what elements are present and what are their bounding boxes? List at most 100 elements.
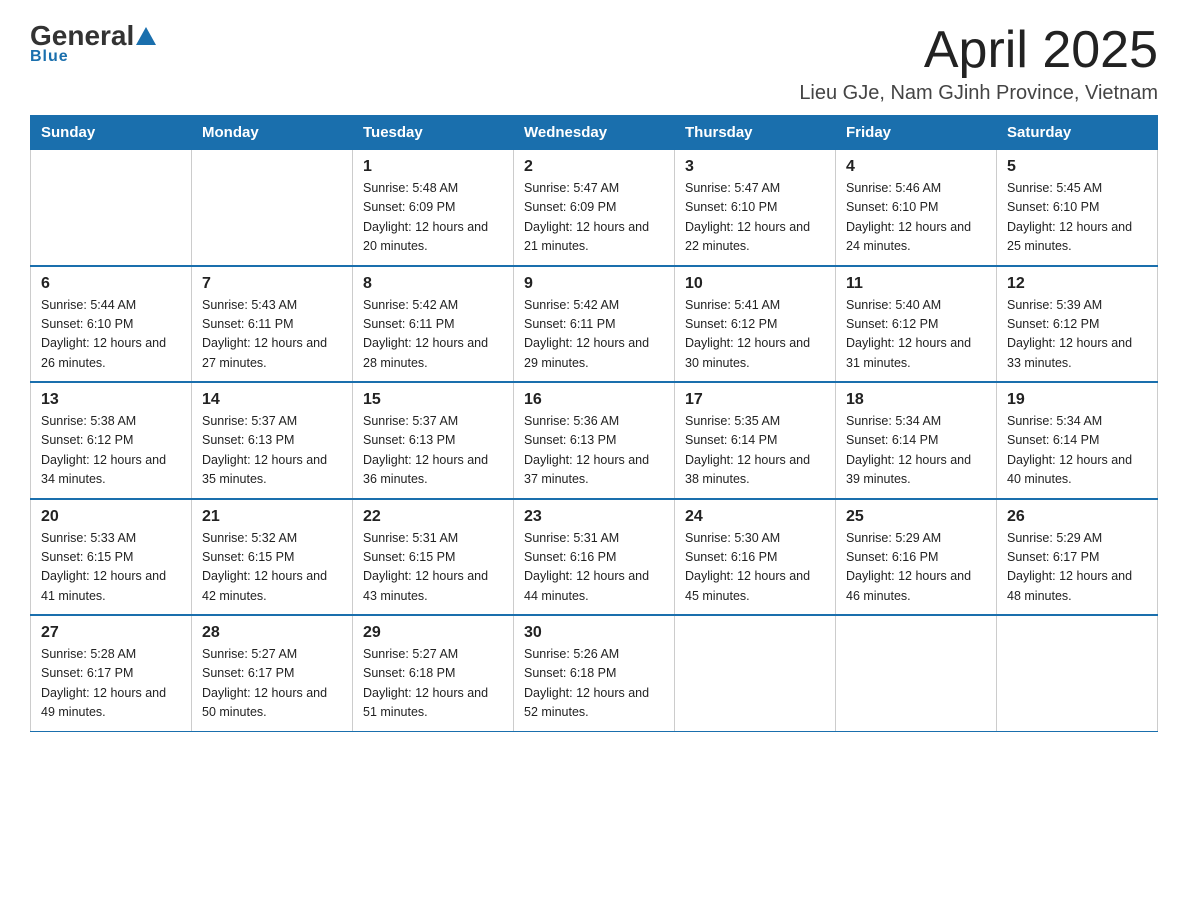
day-info: Sunrise: 5:42 AM Sunset: 6:11 PM Dayligh… xyxy=(524,296,664,374)
header: General Blue April 2025 Lieu GJe, Nam GJ… xyxy=(30,20,1158,105)
day-number: 16 xyxy=(524,391,664,409)
day-number: 23 xyxy=(524,508,664,526)
table-row: 10Sunrise: 5:41 AM Sunset: 6:12 PM Dayli… xyxy=(675,266,836,383)
table-row: 5Sunrise: 5:45 AM Sunset: 6:10 PM Daylig… xyxy=(997,150,1158,266)
day-number: 22 xyxy=(363,508,503,526)
day-info: Sunrise: 5:31 AM Sunset: 6:16 PM Dayligh… xyxy=(524,529,664,607)
day-number: 3 xyxy=(685,158,825,176)
table-row: 22 Sunrise: 5:31 AM Sunset: 6:15 PM Dayli… xyxy=(353,499,514,616)
day-info: Sunrise: 5:41 AM Sunset: 6:12 PM Dayligh… xyxy=(685,296,825,374)
day-number: 24 xyxy=(685,508,825,526)
table-row: 11 Sunrise: 5:40 AM Sunset: 6:12 PM Dayli… xyxy=(836,266,997,383)
day-info: Sunrise: 5:48 AM Sunset: 6:09 PM Dayligh… xyxy=(363,179,503,257)
day-number: 12 xyxy=(1007,275,1147,293)
logo-blue-label: Blue xyxy=(30,48,69,66)
table-row xyxy=(31,150,192,266)
table-row: 19 Sunrise: 5:34 AM Sunset: 6:14 PM Dayli… xyxy=(997,382,1158,499)
header-sunday: Sunday xyxy=(31,116,192,150)
table-row: 18Sunrise: 5:34 AM Sunset: 6:14 PM Dayli… xyxy=(836,382,997,499)
month-year-title: April 2025 xyxy=(799,20,1158,80)
table-row: 4 Sunrise: 5:46 AM Sunset: 6:10 PM Daylig… xyxy=(836,150,997,266)
day-info: Sunrise: 5:47 AM Sunset: 6:10 PM Dayligh… xyxy=(685,179,825,257)
day-number: 4 xyxy=(846,158,986,176)
header-row: Sunday Monday Tuesday Wednesday Thursday… xyxy=(31,116,1158,150)
table-row: 20Sunrise: 5:33 AM Sunset: 6:15 PM Dayli… xyxy=(31,499,192,616)
day-number: 15 xyxy=(363,391,503,409)
calendar-week-row: 6 Sunrise: 5:44 AM Sunset: 6:10 PM Daylig… xyxy=(31,266,1158,383)
day-info: Sunrise: 5:40 AM Sunset: 6:12 PM Dayligh… xyxy=(846,296,986,374)
day-number: 6 xyxy=(41,275,181,293)
header-wednesday: Wednesday xyxy=(514,116,675,150)
day-info: Sunrise: 5:27 AM Sunset: 6:17 PM Dayligh… xyxy=(202,645,342,723)
day-number: 20 xyxy=(41,508,181,526)
table-row: 2Sunrise: 5:47 AM Sunset: 6:09 PM Daylig… xyxy=(514,150,675,266)
day-number: 11 xyxy=(846,275,986,293)
day-number: 26 xyxy=(1007,508,1147,526)
day-number: 21 xyxy=(202,508,342,526)
day-number: 25 xyxy=(846,508,986,526)
table-row: 24 Sunrise: 5:30 AM Sunset: 6:16 PM Dayli… xyxy=(675,499,836,616)
day-number: 1 xyxy=(363,158,503,176)
day-number: 30 xyxy=(524,624,664,642)
title-block: April 2025 Lieu GJe, Nam GJinh Province,… xyxy=(799,20,1158,105)
day-info: Sunrise: 5:34 AM Sunset: 6:14 PM Dayligh… xyxy=(1007,412,1147,490)
table-row: 8Sunrise: 5:42 AM Sunset: 6:11 PM Daylig… xyxy=(353,266,514,383)
day-info: Sunrise: 5:30 AM Sunset: 6:16 PM Dayligh… xyxy=(685,529,825,607)
day-info: Sunrise: 5:26 AM Sunset: 6:18 PM Dayligh… xyxy=(524,645,664,723)
header-saturday: Saturday xyxy=(997,116,1158,150)
table-row xyxy=(997,615,1158,731)
day-number: 28 xyxy=(202,624,342,642)
table-row: 23 Sunrise: 5:31 AM Sunset: 6:16 PM Dayli… xyxy=(514,499,675,616)
table-row: 29Sunrise: 5:27 AM Sunset: 6:18 PM Dayli… xyxy=(353,615,514,731)
header-tuesday: Tuesday xyxy=(353,116,514,150)
day-info: Sunrise: 5:38 AM Sunset: 6:12 PM Dayligh… xyxy=(41,412,181,490)
day-number: 9 xyxy=(524,275,664,293)
day-info: Sunrise: 5:31 AM Sunset: 6:15 PM Dayligh… xyxy=(363,529,503,607)
day-info: Sunrise: 5:42 AM Sunset: 6:11 PM Dayligh… xyxy=(363,296,503,374)
day-number: 29 xyxy=(363,624,503,642)
logo: General Blue xyxy=(30,20,158,66)
calendar-week-row: 27Sunrise: 5:28 AM Sunset: 6:17 PM Dayli… xyxy=(31,615,1158,731)
table-row xyxy=(675,615,836,731)
day-info: Sunrise: 5:45 AM Sunset: 6:10 PM Dayligh… xyxy=(1007,179,1147,257)
header-thursday: Thursday xyxy=(675,116,836,150)
day-info: Sunrise: 5:36 AM Sunset: 6:13 PM Dayligh… xyxy=(524,412,664,490)
table-row: 15Sunrise: 5:37 AM Sunset: 6:13 PM Dayli… xyxy=(353,382,514,499)
table-row: 14 Sunrise: 5:37 AM Sunset: 6:13 PM Dayli… xyxy=(192,382,353,499)
day-info: Sunrise: 5:46 AM Sunset: 6:10 PM Dayligh… xyxy=(846,179,986,257)
location-title: Lieu GJe, Nam GJinh Province, Vietnam xyxy=(799,82,1158,105)
day-number: 13 xyxy=(41,391,181,409)
table-row: 1 Sunrise: 5:48 AM Sunset: 6:09 PM Daylig… xyxy=(353,150,514,266)
header-friday: Friday xyxy=(836,116,997,150)
table-row xyxy=(836,615,997,731)
day-info: Sunrise: 5:34 AM Sunset: 6:14 PM Dayligh… xyxy=(846,412,986,490)
day-info: Sunrise: 5:37 AM Sunset: 6:13 PM Dayligh… xyxy=(202,412,342,490)
table-row: 6 Sunrise: 5:44 AM Sunset: 6:10 PM Daylig… xyxy=(31,266,192,383)
table-row: 30 Sunrise: 5:26 AM Sunset: 6:18 PM Dayli… xyxy=(514,615,675,731)
day-info: Sunrise: 5:29 AM Sunset: 6:17 PM Dayligh… xyxy=(1007,529,1147,607)
table-row: 21Sunrise: 5:32 AM Sunset: 6:15 PM Dayli… xyxy=(192,499,353,616)
day-number: 27 xyxy=(41,624,181,642)
table-row: 27Sunrise: 5:28 AM Sunset: 6:17 PM Dayli… xyxy=(31,615,192,731)
table-row xyxy=(192,150,353,266)
table-row: 17Sunrise: 5:35 AM Sunset: 6:14 PM Dayli… xyxy=(675,382,836,499)
table-row: 26 Sunrise: 5:29 AM Sunset: 6:17 PM Dayli… xyxy=(997,499,1158,616)
calendar-header: Sunday Monday Tuesday Wednesday Thursday… xyxy=(31,116,1158,150)
day-number: 7 xyxy=(202,275,342,293)
day-number: 14 xyxy=(202,391,342,409)
table-row: 13 Sunrise: 5:38 AM Sunset: 6:12 PM Dayli… xyxy=(31,382,192,499)
day-number: 19 xyxy=(1007,391,1147,409)
table-row: 25 Sunrise: 5:29 AM Sunset: 6:16 PM Dayli… xyxy=(836,499,997,616)
table-row: 3 Sunrise: 5:47 AM Sunset: 6:10 PM Daylig… xyxy=(675,150,836,266)
page: General Blue April 2025 Lieu GJe, Nam GJ… xyxy=(0,0,1188,762)
table-row: 12Sunrise: 5:39 AM Sunset: 6:12 PM Dayli… xyxy=(997,266,1158,383)
calendar-table: Sunday Monday Tuesday Wednesday Thursday… xyxy=(30,115,1158,732)
day-info: Sunrise: 5:35 AM Sunset: 6:14 PM Dayligh… xyxy=(685,412,825,490)
calendar-week-row: 20Sunrise: 5:33 AM Sunset: 6:15 PM Dayli… xyxy=(31,499,1158,616)
day-info: Sunrise: 5:44 AM Sunset: 6:10 PM Dayligh… xyxy=(41,296,181,374)
calendar-week-row: 1 Sunrise: 5:48 AM Sunset: 6:09 PM Daylig… xyxy=(31,150,1158,266)
day-info: Sunrise: 5:43 AM Sunset: 6:11 PM Dayligh… xyxy=(202,296,342,374)
day-info: Sunrise: 5:47 AM Sunset: 6:09 PM Dayligh… xyxy=(524,179,664,257)
table-row: 9 Sunrise: 5:42 AM Sunset: 6:11 PM Daylig… xyxy=(514,266,675,383)
day-info: Sunrise: 5:29 AM Sunset: 6:16 PM Dayligh… xyxy=(846,529,986,607)
